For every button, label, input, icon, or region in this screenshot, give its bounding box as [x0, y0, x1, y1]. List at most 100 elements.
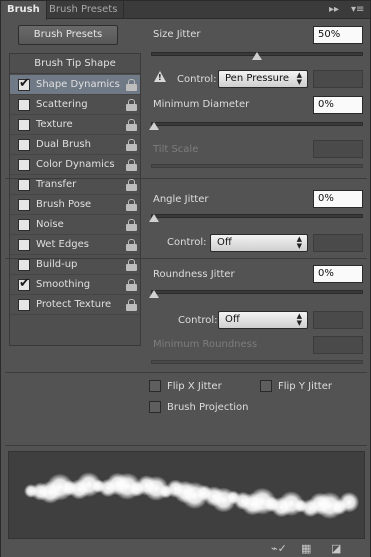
min-diameter-label: Minimum Diameter — [153, 99, 250, 110]
lock-icon[interactable] — [126, 99, 137, 111]
lock-icon[interactable] — [126, 299, 137, 311]
toggle-live-tip-preview-icon[interactable]: ⌁✓ — [271, 542, 287, 556]
roundness-control-label: Control: — [178, 315, 218, 326]
slider-thumb[interactable] — [149, 290, 159, 298]
brush-stroke-icon — [24, 472, 360, 520]
flip-y-jitter-label: Flip Y Jitter — [278, 381, 332, 392]
roundness-jitter-input[interactable]: 0% — [313, 265, 363, 283]
wet-edges-checkbox[interactable] — [18, 239, 30, 251]
angle-jitter-label: Angle Jitter — [153, 194, 209, 205]
transfer-checkbox[interactable] — [18, 179, 30, 191]
divider — [5, 178, 367, 179]
lock-icon[interactable] — [126, 199, 137, 211]
flip-y-jitter-checkbox[interactable] — [260, 380, 272, 392]
brush-stroke-preview — [8, 451, 365, 539]
checkmark-icon: ✔ — [19, 76, 30, 91]
angle-control-select[interactable]: Off ▲ ▼ — [210, 234, 308, 252]
build-up-checkbox[interactable] — [18, 259, 30, 271]
list-item-smoothing[interactable]: ✔ Smoothing — [10, 275, 140, 295]
list-item-label: Smoothing — [36, 279, 91, 290]
size-jitter-input[interactable]: 50% — [313, 26, 363, 44]
brush-tip-shape-item[interactable]: Brush Tip Shape — [10, 54, 140, 74]
list-item-label: Noise — [36, 219, 64, 230]
select-value: Off — [217, 237, 232, 248]
select-arrows-icon: ▲ ▼ — [296, 235, 302, 250]
size-control-extra-field — [313, 70, 363, 88]
list-item-label: Wet Edges — [36, 239, 89, 250]
angle-control-label: Control: — [167, 237, 207, 248]
brush-settings-list: Brush Tip Shape ✔ Shape Dynamics Scatter… — [9, 53, 141, 346]
list-item-protect-texture[interactable]: Protect Texture — [10, 295, 140, 315]
list-item-color-dynamics[interactable]: Color Dynamics — [10, 155, 140, 175]
list-item-noise[interactable]: Noise — [10, 215, 140, 235]
panel-menu-icon[interactable]: ▾≡ — [351, 3, 364, 17]
list-item-label: Brush Pose — [36, 199, 92, 210]
slider-thumb[interactable] — [252, 52, 262, 60]
color-dynamics-checkbox[interactable] — [18, 159, 30, 171]
list-item-brush-pose[interactable]: Brush Pose — [10, 195, 140, 215]
dual-brush-checkbox[interactable] — [18, 139, 30, 151]
size-control-select[interactable]: Pen Pressure ▲ ▼ — [218, 70, 308, 88]
checkmark-icon: ✔ — [19, 276, 30, 291]
angle-jitter-slider[interactable] — [149, 214, 363, 222]
lock-icon[interactable] — [126, 259, 137, 271]
tab-brush[interactable]: Brush — [1, 1, 47, 20]
slider-thumb[interactable] — [149, 122, 159, 130]
roundness-control-select[interactable]: Off ▲ ▼ — [218, 311, 308, 329]
divider — [5, 445, 367, 446]
lock-icon[interactable] — [126, 159, 137, 171]
list-item-texture[interactable]: Texture — [10, 115, 140, 135]
lock-icon[interactable] — [126, 279, 137, 291]
tilt-scale-slider — [151, 164, 363, 168]
flip-x-jitter-label: Flip X Jitter — [167, 381, 222, 392]
double-chevron-right-icon[interactable]: ▸▸ — [329, 3, 339, 17]
slider-thumb[interactable] — [149, 214, 159, 222]
scattering-checkbox[interactable] — [18, 99, 30, 111]
angle-jitter-input[interactable]: 0% — [313, 190, 363, 208]
list-item-label: Dual Brush — [36, 139, 91, 150]
roundness-control-extra-field — [313, 311, 363, 329]
size-control-label: Control: — [177, 74, 217, 85]
lock-icon[interactable] — [126, 219, 137, 231]
list-item-dual-brush[interactable]: Dual Brush — [10, 135, 140, 155]
lock-icon[interactable] — [126, 139, 137, 151]
open-preset-manager-icon[interactable]: ▦ — [301, 542, 311, 556]
bottom-bar: ⌁✓ ▦ ◪ — [1, 541, 370, 557]
lock-icon[interactable] — [126, 239, 137, 251]
min-roundness-label: Minimum Roundness — [153, 339, 258, 350]
flip-x-jitter-checkbox[interactable] — [149, 380, 161, 392]
brush-dab — [338, 491, 360, 513]
lock-icon[interactable] — [126, 79, 137, 91]
size-jitter-slider[interactable] — [151, 52, 363, 60]
select-arrows-icon: ▲ ▼ — [296, 312, 302, 327]
select-value: Pen Pressure — [225, 73, 290, 84]
list-item-scattering[interactable]: Scattering — [10, 95, 140, 115]
create-new-brush-icon[interactable]: ◪ — [331, 542, 341, 556]
min-diameter-input[interactable]: 0% — [313, 96, 363, 114]
brush-projection-label: Brush Projection — [167, 402, 249, 413]
brush-projection-checkbox[interactable] — [149, 401, 161, 413]
lock-icon[interactable] — [126, 119, 137, 131]
list-item-shape-dynamics[interactable]: ✔ Shape Dynamics — [10, 75, 140, 95]
min-roundness-slider — [151, 360, 363, 364]
select-value: Off — [225, 314, 240, 325]
roundness-jitter-label: Roundness Jitter — [153, 269, 235, 280]
noise-checkbox[interactable] — [18, 219, 30, 231]
brush-pose-checkbox[interactable] — [18, 199, 30, 211]
brush-presets-button[interactable]: Brush Presets — [18, 25, 118, 45]
shape-dynamics-checkbox[interactable]: ✔ — [18, 76, 30, 91]
min-diameter-slider[interactable] — [149, 122, 363, 130]
smoothing-checkbox[interactable]: ✔ — [18, 276, 30, 291]
list-item-label: Texture — [36, 119, 73, 130]
list-item-label: Shape Dynamics — [36, 79, 120, 90]
protect-texture-checkbox[interactable] — [18, 299, 30, 311]
tab-brush-presets[interactable]: Brush Presets — [43, 1, 125, 19]
brush-panel: Brush Brush Presets ▸▸ ▾≡ Brush Presets … — [0, 0, 371, 557]
tab-bar: Brush Brush Presets ▸▸ ▾≡ — [1, 1, 370, 20]
texture-checkbox[interactable] — [18, 119, 30, 131]
lock-icon[interactable] — [126, 179, 137, 191]
tilt-scale-label: Tilt Scale — [153, 144, 199, 155]
roundness-jitter-slider[interactable] — [149, 290, 363, 298]
divider — [5, 258, 367, 259]
list-item-wet-edges[interactable]: Wet Edges — [10, 235, 140, 255]
